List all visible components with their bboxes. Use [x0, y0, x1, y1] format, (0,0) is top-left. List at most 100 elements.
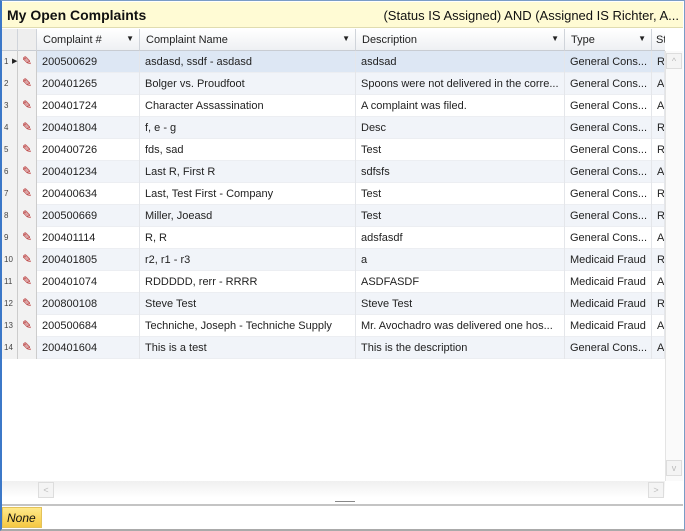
cell-status: R [652, 293, 665, 315]
cell-id: 200800108 [37, 293, 140, 315]
column-header-complaint-number[interactable]: Complaint # ▼ [37, 29, 140, 51]
column-header-complaint-name[interactable]: Complaint Name ▼ [140, 29, 356, 51]
table-row[interactable]: 5 ✎ 200400726 fds, sad Test General Cons... R [2, 139, 665, 161]
cell-type: General Cons... [565, 205, 652, 227]
cell-type: General Cons... [565, 95, 652, 117]
cell-name: This is a test [140, 337, 356, 359]
row-number: 14 [2, 337, 18, 359]
cell-status: R [652, 205, 665, 227]
cell-type: Medicaid Fraud [565, 293, 652, 315]
row-number: 11 [2, 271, 18, 293]
panel-splitter[interactable] [2, 498, 683, 506]
pencil-icon[interactable]: ✎ [18, 271, 37, 293]
table-row[interactable]: 6 ✎ 200401234 Last R, First Rsdfsfs General … [2, 161, 665, 183]
pencil-icon[interactable]: ✎ [18, 293, 37, 315]
table-row[interactable]: 13 ✎ 200500684 Techniche, Joseph - Technich… [2, 315, 665, 337]
row-number: 3 [2, 95, 18, 117]
cell-name: RDDDDD, rerr - RRRR [140, 271, 356, 293]
chevron-down-icon[interactable]: ▼ [342, 34, 350, 43]
row-number: 2 [2, 73, 18, 95]
row-number: 5 [2, 139, 18, 161]
cell-type: General Cons... [565, 51, 652, 73]
complaints-grid: Complaint # ▼ Complaint Name ▼ Description… [2, 29, 665, 481]
cell-status: A [652, 271, 665, 293]
cell-status: R [652, 249, 665, 271]
pencil-icon[interactable]: ✎ [18, 95, 37, 117]
page-title: My Open Complaints [7, 7, 147, 23]
cell-status: R [652, 183, 665, 205]
cell-id: 200401234 [37, 161, 140, 183]
column-header-type[interactable]: Type ▼ [565, 29, 652, 51]
cell-desc: Desc [356, 117, 565, 139]
table-row[interactable]: 3 ✎ 200401724 Character Assassination A comp… [2, 95, 665, 117]
vertical-scrollbar[interactable]: ^ v [665, 51, 683, 481]
row-number: 7 [2, 183, 18, 205]
pencil-icon[interactable]: ✎ [18, 249, 37, 271]
cell-name: Techniche, Joseph - Techniche Supply [140, 315, 356, 337]
cell-status: R [652, 51, 665, 73]
title-bar: My Open Complaints (Status IS Assigned) … [2, 2, 683, 28]
scroll-down-button[interactable]: v [666, 460, 682, 476]
pencil-icon[interactable]: ✎ [18, 117, 37, 139]
pencil-icon[interactable]: ✎ [18, 337, 37, 359]
cell-type: General Cons... [565, 139, 652, 161]
table-row[interactable]: 4 ✎ 200401804 f, e - g Desc General Cons... R [2, 117, 665, 139]
cell-status: R [652, 117, 665, 139]
cell-desc: sdfsfs [356, 161, 565, 183]
table-row[interactable]: 2 ✎ 200401265 Bolger vs. Proudfoot Spoons we… [2, 73, 665, 95]
cell-name: Steve Test [140, 293, 356, 315]
cell-status: R [652, 139, 665, 161]
pencil-icon[interactable]: ✎ [18, 161, 37, 183]
cell-id: 200401724 [37, 95, 140, 117]
cell-id: 200401805 [37, 249, 140, 271]
pencil-icon[interactable]: ✎ [18, 315, 37, 337]
table-row[interactable]: 12 ✎ 200800108 Steve Test Steve Test Medicaid… [2, 293, 665, 315]
cell-type: Medicaid Fraud [565, 315, 652, 337]
cell-id: 200400634 [37, 183, 140, 205]
cell-desc: asdsad [356, 51, 565, 73]
splitter-grip[interactable] [335, 501, 355, 502]
table-row[interactable]: 1 ✎ 200500629 asdasd, ssdf - asdasd asdsad Ge… [2, 51, 665, 73]
scroll-left-button[interactable]: < [38, 482, 54, 498]
none-button[interactable]: None [2, 507, 42, 528]
cell-name: Character Assassination [140, 95, 356, 117]
cell-id: 200401604 [37, 337, 140, 359]
cell-desc: Steve Test [356, 293, 565, 315]
pencil-icon[interactable]: ✎ [18, 227, 37, 249]
pencil-icon[interactable]: ✎ [18, 205, 37, 227]
column-label: Status [656, 34, 665, 46]
cell-type: General Cons... [565, 227, 652, 249]
cell-id: 200401804 [37, 117, 140, 139]
cell-id: 200400726 [37, 139, 140, 161]
horizontal-scrollbar[interactable]: < > [2, 481, 665, 498]
table-row[interactable]: 8 ✎ 200500669 Miller, Joeasd Test General Con… [2, 205, 665, 227]
cell-desc: A complaint was filed. [356, 95, 565, 117]
cell-id: 200500669 [37, 205, 140, 227]
pencil-icon[interactable]: ✎ [18, 73, 37, 95]
cell-status: A [652, 227, 665, 249]
cell-id: 200401074 [37, 271, 140, 293]
table-row[interactable]: 9 ✎ 200401114 R, Radsfasdf General Cons... A [2, 227, 665, 249]
table-row[interactable]: 11 ✎ 200401074 RDDDDD, rerr - RRRR ASDFASDF M… [2, 271, 665, 293]
scroll-up-button[interactable]: ^ [666, 53, 682, 69]
column-header-status[interactable]: Status [652, 29, 665, 51]
column-header-description[interactable]: Description ▼ [356, 29, 565, 51]
chevron-down-icon[interactable]: ▼ [551, 34, 559, 43]
current-row-indicator-icon: ▶ [12, 58, 18, 65]
cell-status: A [652, 95, 665, 117]
chevron-down-icon[interactable]: ▼ [638, 34, 646, 43]
cell-name: Miller, Joeasd [140, 205, 356, 227]
pencil-icon[interactable]: ✎ [18, 139, 37, 161]
cell-status: A [652, 73, 665, 95]
chevron-down-icon[interactable]: ▼ [126, 34, 134, 43]
pencil-icon[interactable]: ✎ [18, 51, 37, 73]
cell-status: A [652, 337, 665, 359]
pencil-icon[interactable]: ✎ [18, 183, 37, 205]
table-row[interactable]: 14 ✎ 200401604 This is a test This is the de… [2, 337, 665, 359]
cell-type: General Cons... [565, 73, 652, 95]
scroll-right-button[interactable]: > [648, 482, 664, 498]
row-number: 9 [2, 227, 18, 249]
table-row[interactable]: 10 ✎ 200401805 r2, r1 - r3 a Medicaid Fraud R [2, 249, 665, 271]
cell-desc: Test [356, 205, 565, 227]
table-row[interactable]: 7 ✎ 200400634 Last, Test First - Company Tes… [2, 183, 665, 205]
